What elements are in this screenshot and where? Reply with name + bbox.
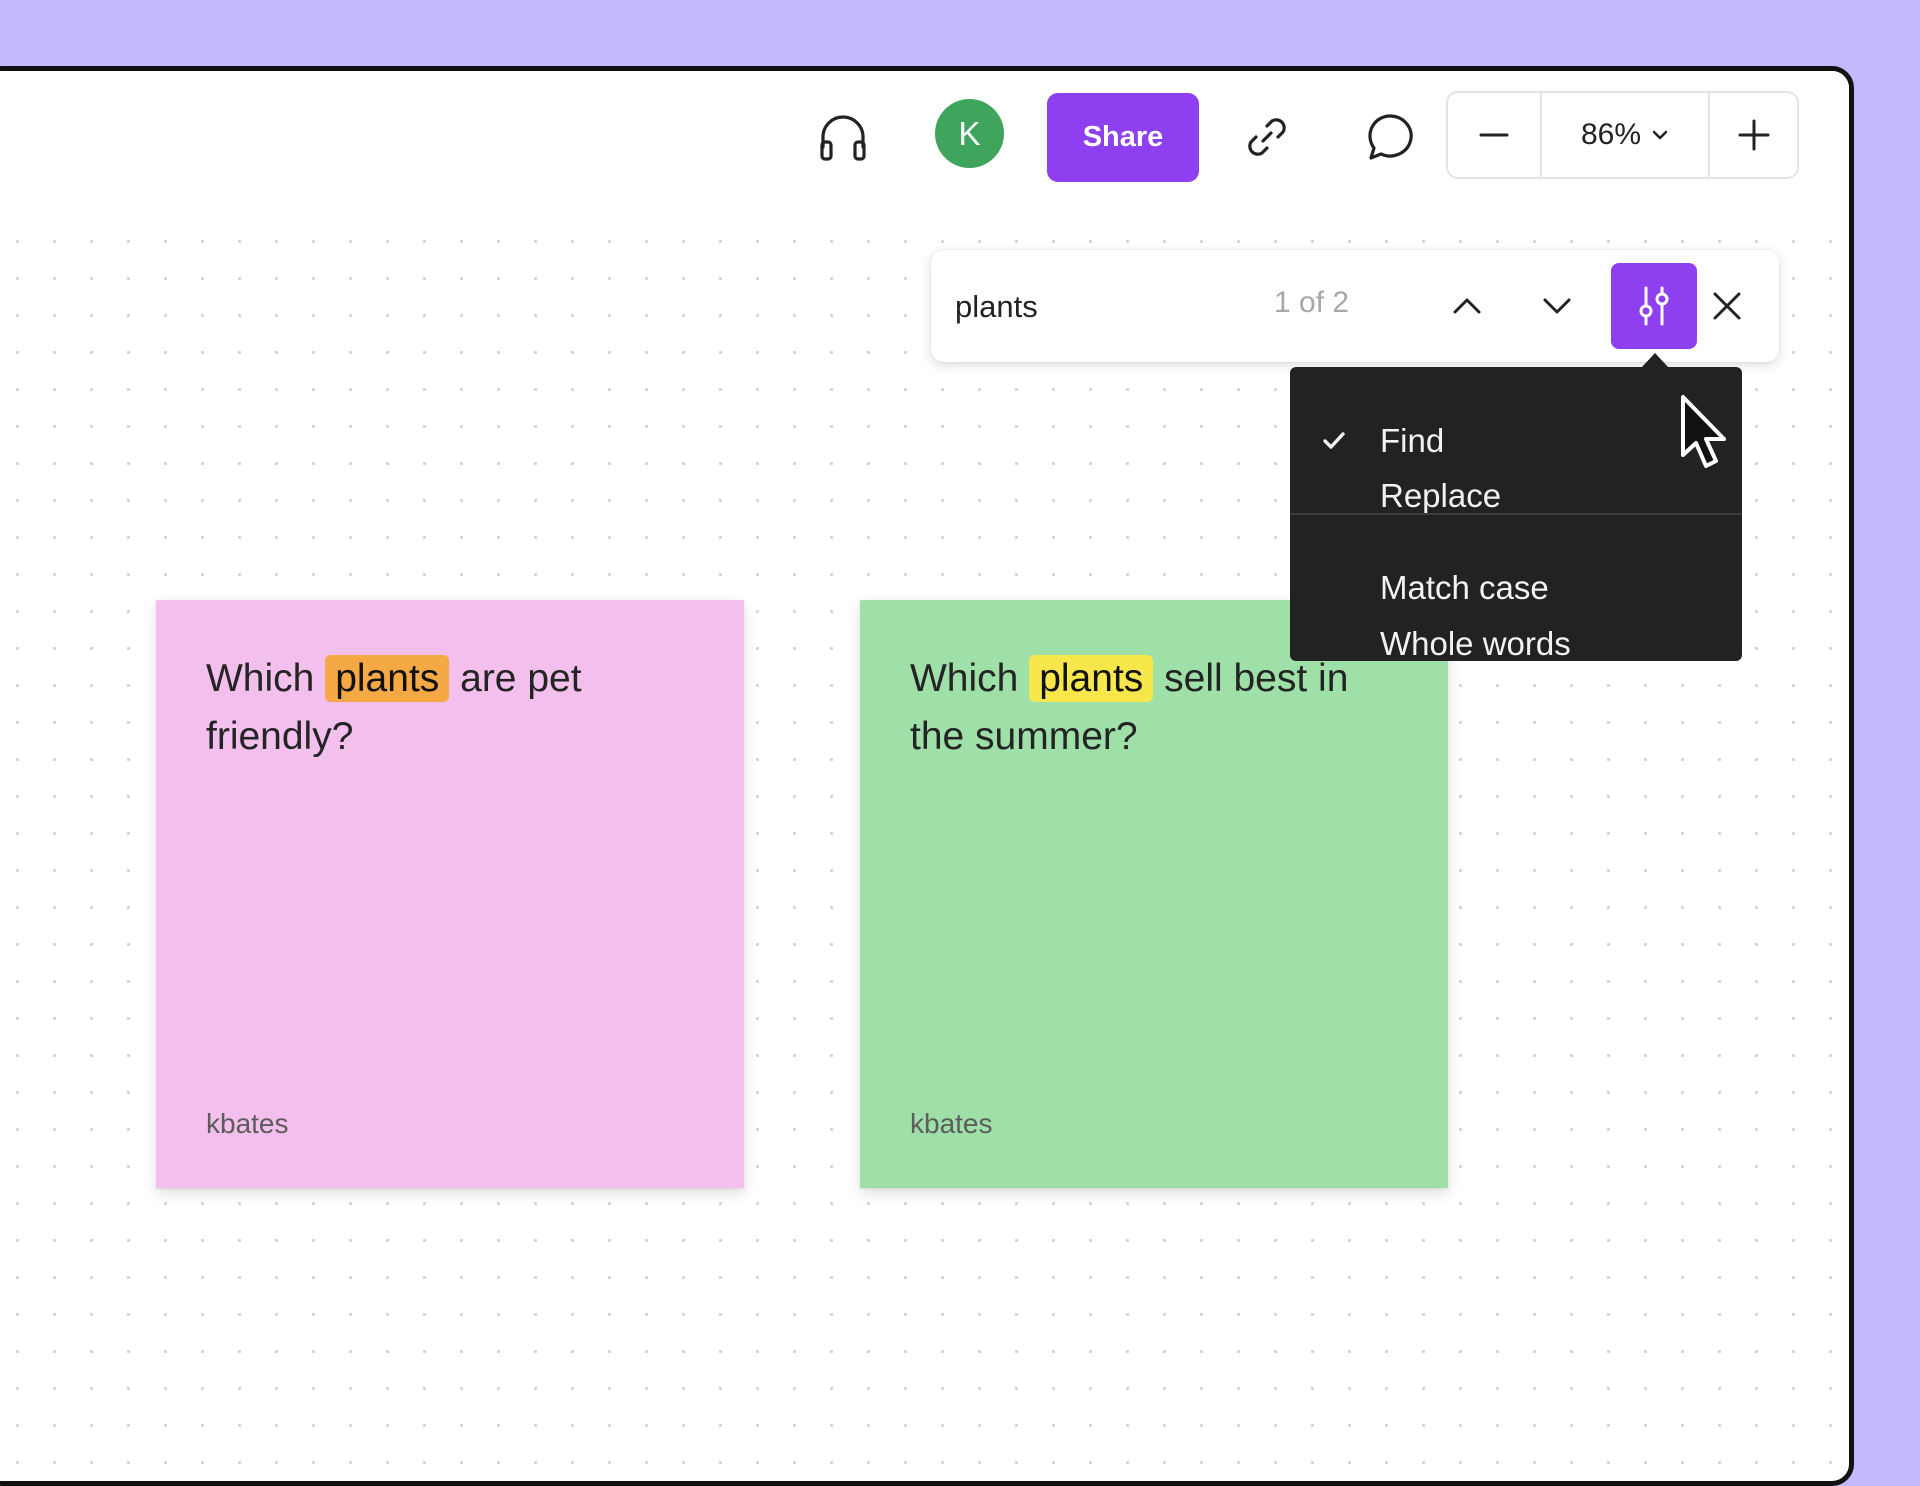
sticky-author: kbates: [206, 1108, 289, 1139]
link-icon[interactable]: [1239, 109, 1295, 165]
menu-item-find[interactable]: Find: [1290, 413, 1742, 469]
sticky-note[interactable]: Which plants sell best in the summer? kb…: [860, 600, 1448, 1188]
find-options-button[interactable]: [1611, 263, 1697, 349]
zoom-controls: 86%: [1446, 91, 1799, 179]
match-count: 1 of 2: [1274, 286, 1350, 319]
checkmark-icon: [1323, 432, 1345, 449]
sticky-text: Which plants are pet friendly?: [206, 650, 686, 766]
zoom-level: 86%: [1580, 118, 1642, 151]
chevron-up-icon: [1453, 298, 1481, 314]
previous-match-button[interactable]: [1441, 280, 1493, 332]
close-icon: [1713, 292, 1741, 320]
menu-item-label: Match case: [1380, 569, 1549, 606]
zoom-level-dropdown[interactable]: 86%: [1542, 93, 1710, 177]
sticky-text-before: Which: [206, 657, 315, 700]
menu-item-match-case[interactable]: Match case: [1290, 560, 1742, 616]
comment-icon[interactable]: [1361, 107, 1421, 167]
avatar-initial: K: [958, 114, 981, 152]
menu-item-replace[interactable]: Replace: [1290, 468, 1742, 524]
menu-item-whole-words[interactable]: Whole words: [1290, 616, 1742, 672]
zoom-in-button[interactable]: [1710, 93, 1797, 177]
chevron-down-icon: [1652, 130, 1668, 140]
plus-icon: [1738, 119, 1769, 151]
sticky-note[interactable]: Which plants are pet friendly? kbates: [156, 600, 744, 1188]
find-input[interactable]: [953, 278, 1257, 336]
share-button[interactable]: Share: [1047, 93, 1199, 182]
mouse-cursor-icon: [1679, 393, 1735, 478]
minus-icon: [1479, 133, 1509, 137]
search-match-active: plants: [325, 655, 450, 702]
menu-item-label: Replace: [1380, 477, 1502, 514]
menu-divider: [1290, 513, 1742, 515]
chevron-down-icon: [1543, 298, 1571, 314]
sticky-text-before: Which: [910, 657, 1019, 700]
menu-item-label: Find: [1380, 422, 1445, 459]
next-match-button[interactable]: [1531, 280, 1583, 332]
app-window: K Share 86% Which plants are pet friendl…: [0, 66, 1854, 1486]
search-match: plants: [1029, 655, 1154, 702]
find-options-menu: Find Replace Match case Whole words: [1290, 367, 1742, 662]
menu-caret: [1641, 353, 1669, 368]
menu-item-label: Whole words: [1380, 625, 1571, 662]
headphones-icon[interactable]: [813, 107, 873, 167]
sliders-icon: [1639, 286, 1669, 326]
close-find-button[interactable]: [1701, 280, 1753, 332]
zoom-out-button[interactable]: [1448, 93, 1542, 177]
avatar[interactable]: K: [935, 99, 1004, 168]
sticky-author: kbates: [910, 1108, 993, 1139]
